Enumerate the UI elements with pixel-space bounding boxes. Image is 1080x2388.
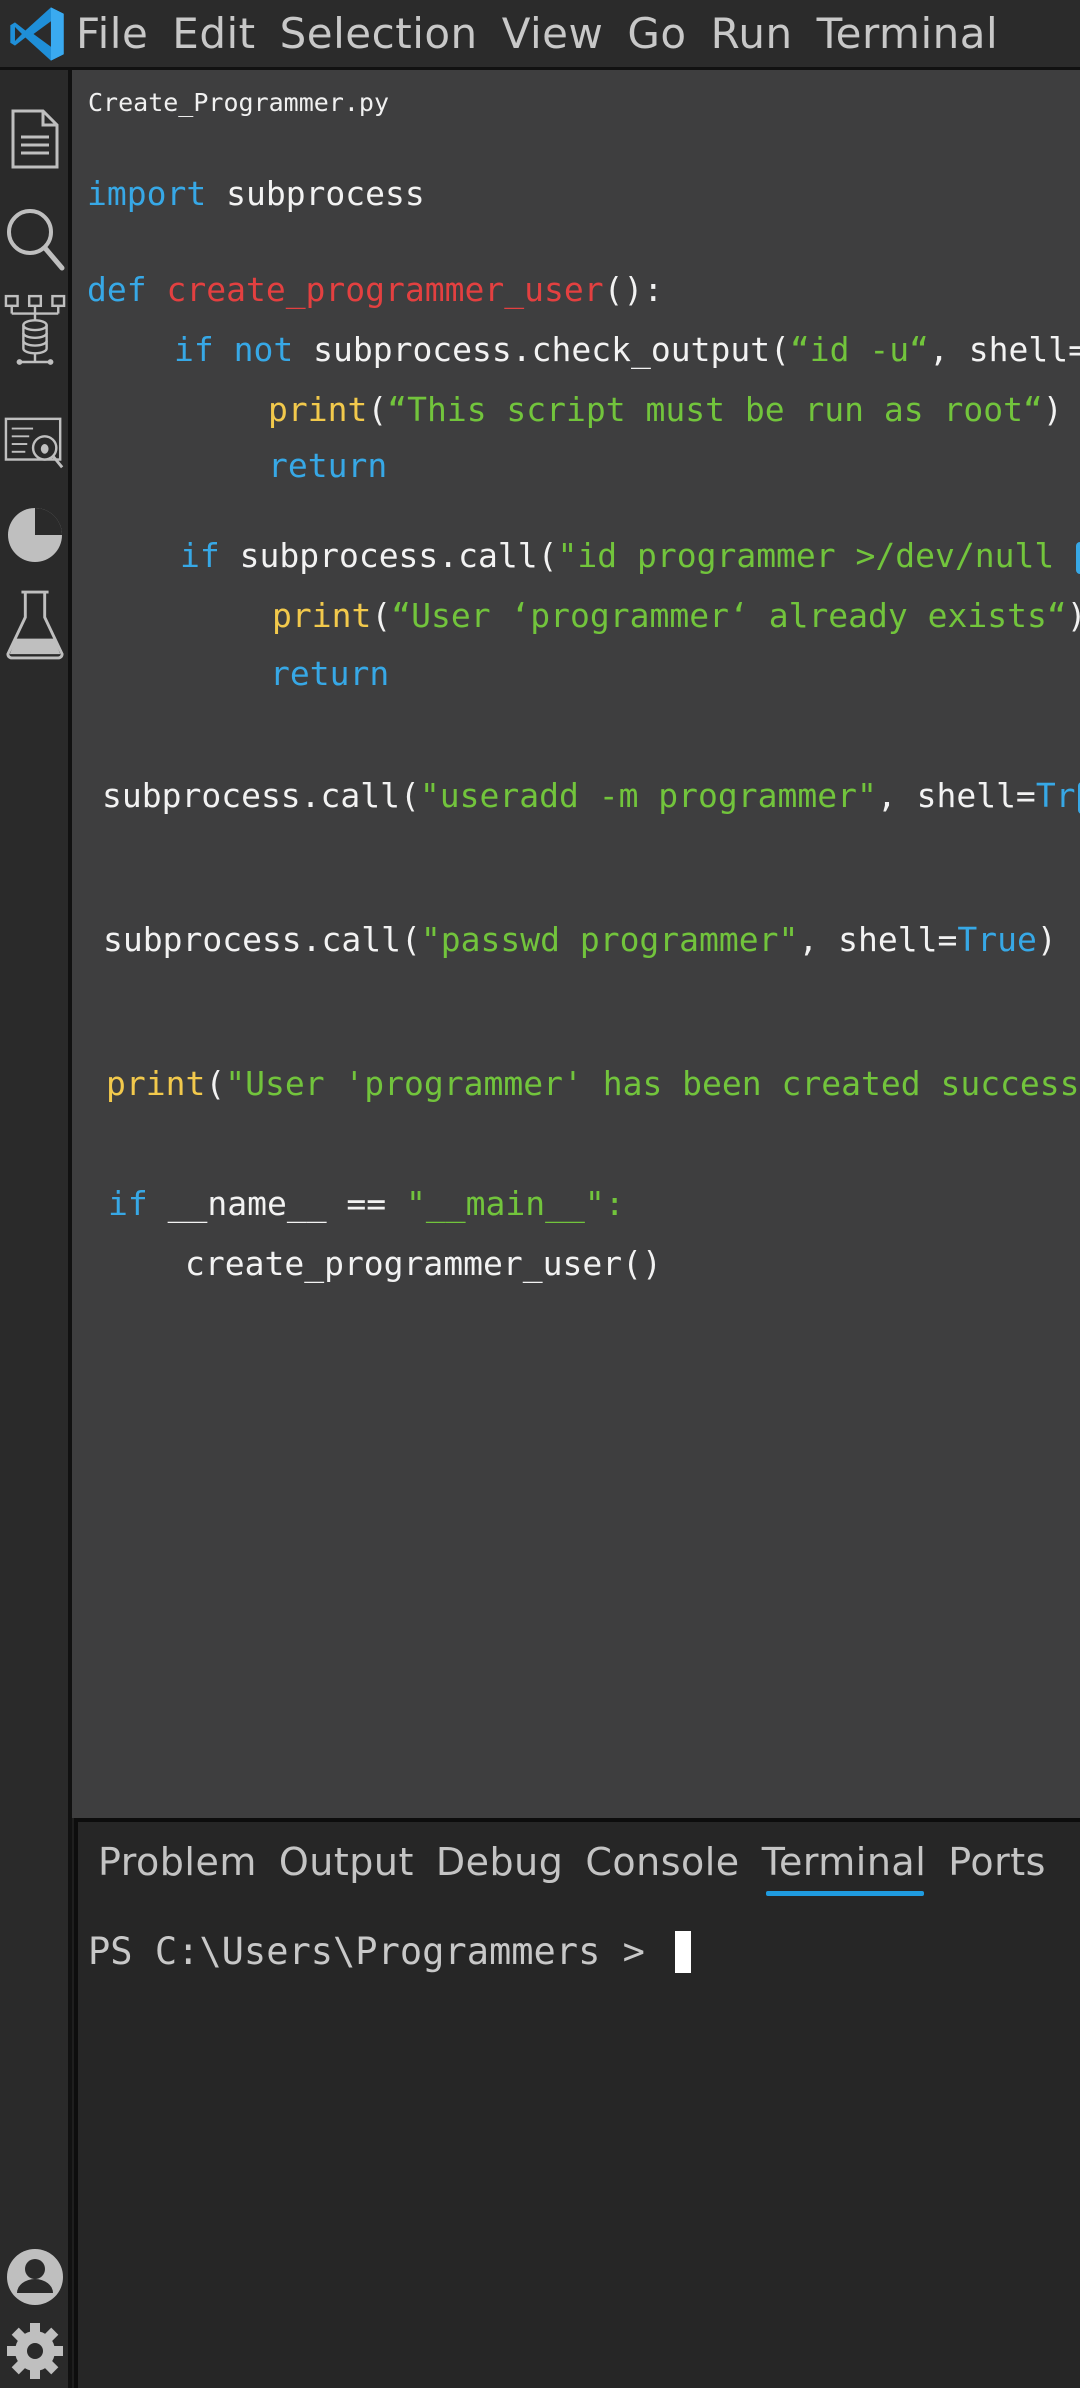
tab-debug[interactable]: Debug	[436, 1840, 563, 1890]
code-line-13: create_programmer_user()	[185, 1244, 662, 1283]
testing-icon[interactable]	[4, 590, 66, 660]
search-icon[interactable]	[4, 204, 66, 274]
file-name-tab[interactable]: Create_Programmer.py	[88, 88, 389, 117]
code-line-12: if __name__ == "__main__":	[108, 1184, 625, 1223]
code-line-8: return	[270, 654, 390, 693]
terminal-cursor	[675, 1930, 692, 1973]
code-line-4: print(“This script must be run as root“)	[268, 390, 1063, 429]
vscode-window: File Edit Selection View Go Run Terminal	[0, 0, 1080, 2388]
code-line-10: subprocess.call("passwd programmer", she…	[103, 920, 1057, 959]
source-control-icon[interactable]	[4, 294, 66, 366]
code-line-5: return	[268, 446, 388, 485]
code-line-7: print(“User ‘programmer‘ already exists“…	[272, 596, 1080, 635]
menu-go[interactable]: Go	[627, 9, 686, 58]
tab-console[interactable]: Console	[585, 1840, 739, 1890]
code-line-3: if not subprocess.check_output(“id -u“, …	[174, 330, 1080, 369]
chart-icon[interactable]	[4, 500, 66, 570]
menu-selection[interactable]: Selection	[280, 9, 478, 58]
panel-tabs: Problem Output Debug Console Terminal Po…	[98, 1840, 1046, 1896]
debug-icon[interactable]	[4, 410, 66, 480]
code-line-11: print("User 'programmer' has been create…	[106, 1064, 1080, 1103]
settings-gear-icon[interactable]	[4, 2316, 66, 2386]
vscode-logo-icon	[4, 1, 70, 67]
menu-view[interactable]: View	[502, 9, 604, 58]
account-icon[interactable]	[4, 2242, 66, 2312]
menu-run[interactable]: Run	[711, 9, 793, 58]
tab-output[interactable]: Output	[279, 1840, 414, 1890]
overflow-marker	[1076, 541, 1080, 574]
code-line-9: subprocess.call("useradd -m programmer",…	[102, 776, 1080, 816]
menu-edit[interactable]: Edit	[172, 9, 255, 58]
code-editor[interactable]: Create_Programmer.py import subprocess d…	[72, 70, 1080, 1818]
menu-bar: File Edit Selection View Go Run Terminal	[0, 0, 1080, 70]
code-line-2: def create_programmer_user():	[87, 270, 664, 309]
terminal-input[interactable]: PS C:\Users\Programmers >	[88, 1930, 692, 1973]
tab-ports[interactable]: Ports	[948, 1840, 1046, 1890]
tab-problem[interactable]: Problem	[98, 1840, 257, 1890]
menu-terminal[interactable]: Terminal	[817, 9, 999, 58]
bottom-panel: Problem Output Debug Console Terminal Po…	[74, 1818, 1080, 2388]
explorer-icon[interactable]	[4, 104, 66, 174]
menu-items: File Edit Selection View Go Run Terminal	[76, 9, 998, 58]
activity-bar	[0, 70, 72, 2388]
menu-file[interactable]: File	[76, 9, 148, 58]
code-line-1: import subprocess	[87, 174, 425, 213]
terminal-prompt: PS C:\Users\Programmers >	[88, 1930, 668, 1973]
tab-terminal[interactable]: Terminal	[762, 1840, 927, 1896]
code-line-6: if subprocess.call("id programmer >/dev/…	[180, 536, 1080, 576]
